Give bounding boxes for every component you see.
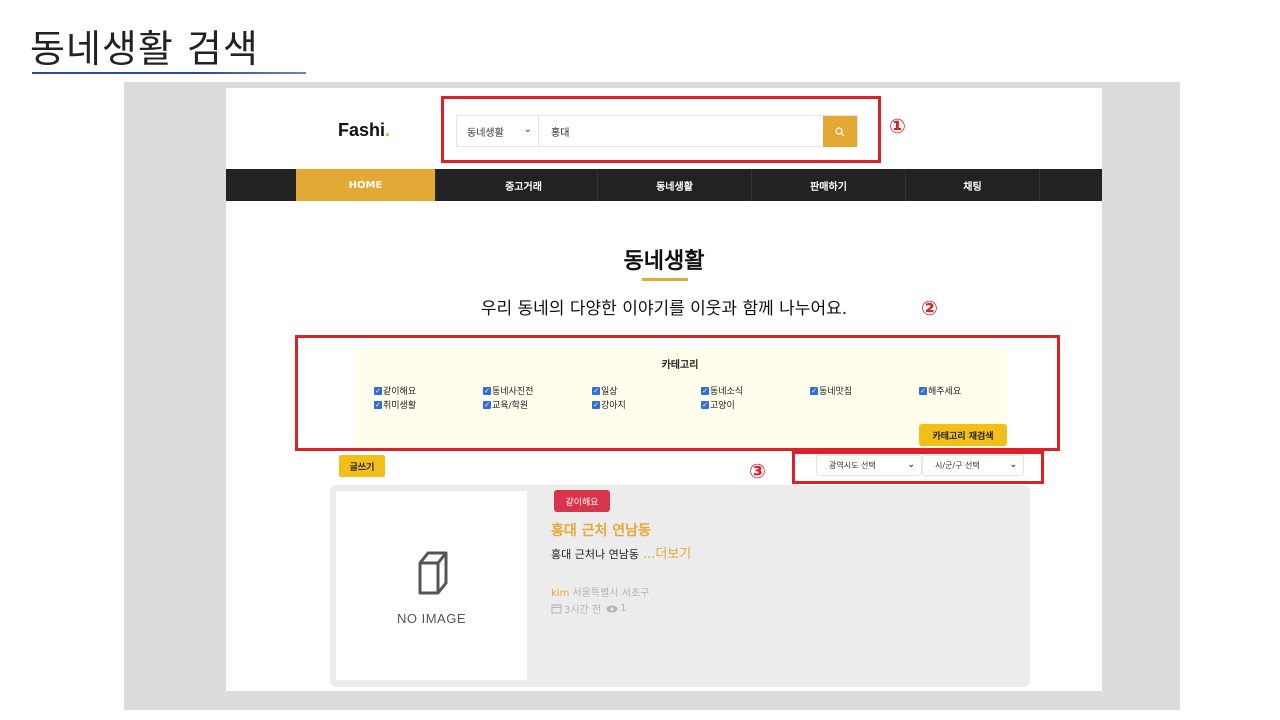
post-views: 1 xyxy=(620,603,627,614)
annotation-number-2: ② xyxy=(921,296,938,320)
post-location: 서울특별시 서초구 xyxy=(572,588,650,599)
post-thumbnail: NO IMAGE xyxy=(336,491,527,680)
post-category-badge: 같이해요 xyxy=(554,490,610,512)
no-image-label: NO IMAGE xyxy=(396,611,466,626)
logo-dot: . xyxy=(385,120,391,140)
annotation-number-1: ① xyxy=(889,114,906,138)
post-excerpt: 홍대 근처나 연남동 ...더보기 xyxy=(551,543,691,562)
annotation-box-3 xyxy=(792,451,1044,484)
post-time: 3시간 전 xyxy=(564,605,602,616)
slide-title-underline xyxy=(32,72,306,74)
main-navbar: HOME 중고거래 동네생활 판매하기 채팅 xyxy=(226,169,1102,201)
write-post-button[interactable]: 글쓰기 xyxy=(339,455,385,477)
slide-title: 동네생활 검색 xyxy=(30,27,259,71)
site-logo[interactable]: Fashi. xyxy=(338,120,390,141)
read-more-link[interactable]: ...더보기 xyxy=(643,543,691,562)
annotation-box-2 xyxy=(295,335,1060,451)
nav-sell[interactable]: 판매하기 xyxy=(752,169,906,201)
annotation-box-1 xyxy=(441,96,881,163)
post-meta: 3시간 전 1 xyxy=(551,601,627,616)
eye-icon xyxy=(606,605,618,612)
logo-text: Fashi xyxy=(338,120,386,140)
post-card[interactable]: NO IMAGE 같이해요 홍대 근처 연남동 홍대 근처나 연남동 ...더보… xyxy=(330,485,1030,687)
nav-home[interactable]: HOME xyxy=(296,169,436,201)
calendar-icon xyxy=(551,604,562,614)
post-author: kim xyxy=(551,588,570,599)
post-excerpt-text: 홍대 근처나 연남동 xyxy=(551,548,639,561)
nav-chat[interactable]: 채팅 xyxy=(906,169,1040,201)
nav-used-trade[interactable]: 중고거래 xyxy=(450,169,598,201)
nav-neighborhood[interactable]: 동네생활 xyxy=(598,169,752,201)
title-underline xyxy=(642,278,688,281)
page-title: 동네생활 xyxy=(623,249,705,274)
post-title[interactable]: 홍대 근처 연남동 xyxy=(551,520,651,540)
annotation-number-3: ③ xyxy=(749,459,766,483)
page-subtitle: 우리 동네의 다양한 이야기를 이웃과 함께 나누어요. xyxy=(480,299,848,319)
slide: 동네생활 검색 Fashi. 동네생활 ⌄ 홍대 HOME 중고거래 동네생활 … xyxy=(0,0,1280,720)
box-icon xyxy=(418,551,448,595)
post-author-line: kim 서울특별시 서초구 xyxy=(551,584,649,599)
